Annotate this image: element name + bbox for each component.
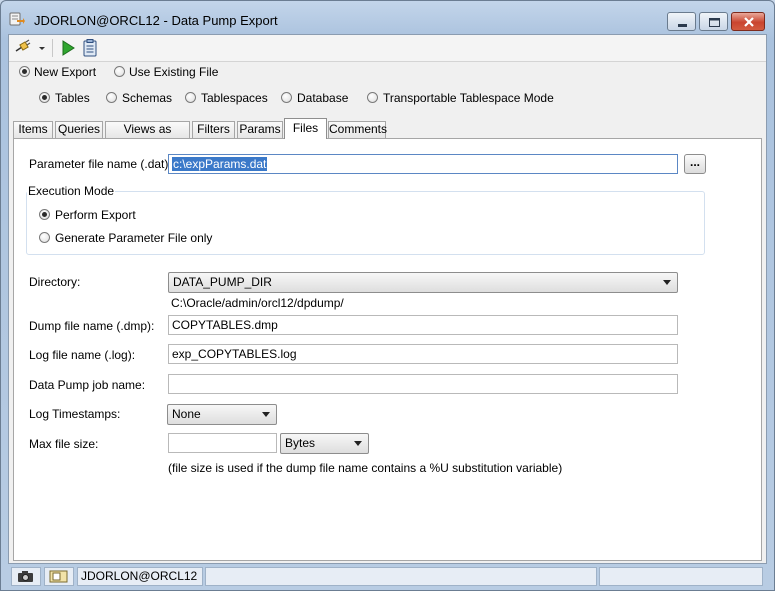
directory-select[interactable]: DATA_PUMP_DIR bbox=[168, 272, 678, 293]
param-file-value: c:\expParams.dat bbox=[172, 157, 268, 171]
mode-tablespaces-radio[interactable] bbox=[185, 92, 196, 103]
directory-label: Directory: bbox=[29, 275, 81, 289]
status-camera-button[interactable] bbox=[11, 567, 41, 586]
mode-schemas-label: Schemas bbox=[122, 91, 173, 105]
directory-select-value: DATA_PUMP_DIR bbox=[173, 275, 272, 289]
use-existing-file-radio[interactable] bbox=[114, 66, 125, 77]
clipboard-icon bbox=[83, 39, 97, 57]
perform-export-radio[interactable] bbox=[39, 209, 50, 220]
chevron-down-icon bbox=[663, 280, 671, 285]
max-file-size-label: Max file size: bbox=[29, 437, 99, 451]
dialog-body: New Export Use Existing File Tables Sche… bbox=[8, 34, 767, 564]
execution-mode-legend: Execution Mode bbox=[27, 184, 116, 198]
directory-path: C:\Oracle/admin/orcl12/dpdump/ bbox=[171, 296, 344, 310]
maximize-icon bbox=[709, 18, 720, 27]
database-export-icon bbox=[9, 12, 25, 26]
execution-mode-group bbox=[26, 191, 705, 255]
connection-plug-icon bbox=[15, 39, 31, 52]
tab-files[interactable]: Files bbox=[284, 118, 327, 139]
application-window: JDORLON@ORCL12 - Data Pump Export New Ex… bbox=[0, 0, 775, 591]
log-timestamps-value: None bbox=[172, 407, 201, 421]
tab-views-as-tables[interactable]: Views as Tables bbox=[105, 121, 190, 151]
max-file-size-unit-select[interactable]: Bytes bbox=[280, 433, 369, 454]
toolbar-separator bbox=[52, 39, 53, 57]
tab-params[interactable]: Params bbox=[237, 121, 283, 138]
minimize-button[interactable] bbox=[667, 12, 696, 31]
files-tab-panel: Parameter file name (.dat): c:\expParams… bbox=[13, 138, 762, 561]
connection-dropdown-button[interactable] bbox=[13, 38, 47, 58]
status-message-area bbox=[205, 567, 597, 586]
log-file-label: Log file name (.log): bbox=[29, 348, 136, 362]
run-export-button[interactable] bbox=[59, 38, 77, 58]
mode-schemas-radio[interactable] bbox=[106, 92, 117, 103]
status-connection: JDORLON@ORCL12 bbox=[77, 567, 203, 586]
status-document-button[interactable] bbox=[44, 567, 74, 586]
perform-export-label: Perform Export bbox=[55, 208, 136, 222]
param-file-input[interactable]: c:\expParams.dat bbox=[168, 154, 678, 174]
title-bar[interactable]: JDORLON@ORCL12 - Data Pump Export bbox=[1, 1, 774, 37]
mode-database-radio[interactable] bbox=[281, 92, 292, 103]
minimize-icon bbox=[678, 24, 687, 27]
tab-queries[interactable]: Queries bbox=[55, 121, 103, 138]
log-file-input[interactable]: exp_COPYTABLES.log bbox=[168, 344, 678, 364]
param-file-label: Parameter file name (.dat): bbox=[29, 157, 172, 171]
new-export-label: New Export bbox=[34, 65, 97, 79]
job-name-label: Data Pump job name: bbox=[29, 378, 146, 392]
status-info-area bbox=[599, 567, 763, 586]
status-bar: JDORLON@ORCL12 bbox=[8, 567, 767, 587]
tab-bar: Items Queries Views as Tables Filters Pa… bbox=[13, 118, 765, 151]
camera-icon bbox=[18, 571, 33, 582]
use-existing-file-label: Use Existing File bbox=[129, 65, 219, 79]
dump-file-label: Dump file name (.dmp): bbox=[29, 319, 155, 333]
max-file-size-note: (file size is used if the dump file name… bbox=[168, 461, 563, 475]
mode-transportable-radio[interactable] bbox=[367, 92, 378, 103]
mode-tables-radio[interactable] bbox=[39, 92, 50, 103]
dump-file-input[interactable]: COPYTABLES.dmp bbox=[168, 315, 678, 335]
max-file-size-unit-value: Bytes bbox=[285, 436, 316, 450]
mode-tables-label: Tables bbox=[55, 91, 90, 105]
log-timestamps-label: Log Timestamps: bbox=[29, 407, 121, 421]
play-icon bbox=[62, 40, 75, 56]
generate-parameter-file-label: Generate Parameter File only bbox=[55, 231, 213, 245]
close-button[interactable] bbox=[731, 12, 765, 31]
window-title: JDORLON@ORCL12 - Data Pump Export bbox=[34, 13, 278, 28]
show-script-button[interactable] bbox=[81, 38, 99, 58]
chevron-down-icon bbox=[354, 441, 362, 446]
log-timestamps-select[interactable]: None bbox=[167, 404, 277, 425]
mode-transportable-label: Transportable Tablespace Mode bbox=[383, 91, 554, 105]
chevron-down-icon bbox=[39, 47, 45, 50]
document-icon bbox=[49, 570, 68, 583]
chevron-down-icon bbox=[262, 412, 270, 417]
mode-tablespaces-label: Tablespaces bbox=[201, 91, 268, 105]
tab-filters[interactable]: Filters bbox=[192, 121, 235, 138]
toolbar bbox=[9, 35, 766, 62]
maximize-button[interactable] bbox=[699, 12, 728, 31]
new-export-radio[interactable] bbox=[19, 66, 30, 77]
max-file-size-input[interactable] bbox=[168, 433, 277, 453]
close-icon bbox=[744, 17, 754, 27]
generate-parameter-file-radio[interactable] bbox=[39, 232, 50, 243]
mode-database-label: Database bbox=[297, 91, 349, 105]
tab-items[interactable]: Items bbox=[13, 121, 53, 138]
browse-param-file-button[interactable]: ... bbox=[684, 154, 706, 174]
tab-comments[interactable]: Comments bbox=[328, 121, 387, 138]
job-name-input[interactable] bbox=[168, 374, 678, 394]
